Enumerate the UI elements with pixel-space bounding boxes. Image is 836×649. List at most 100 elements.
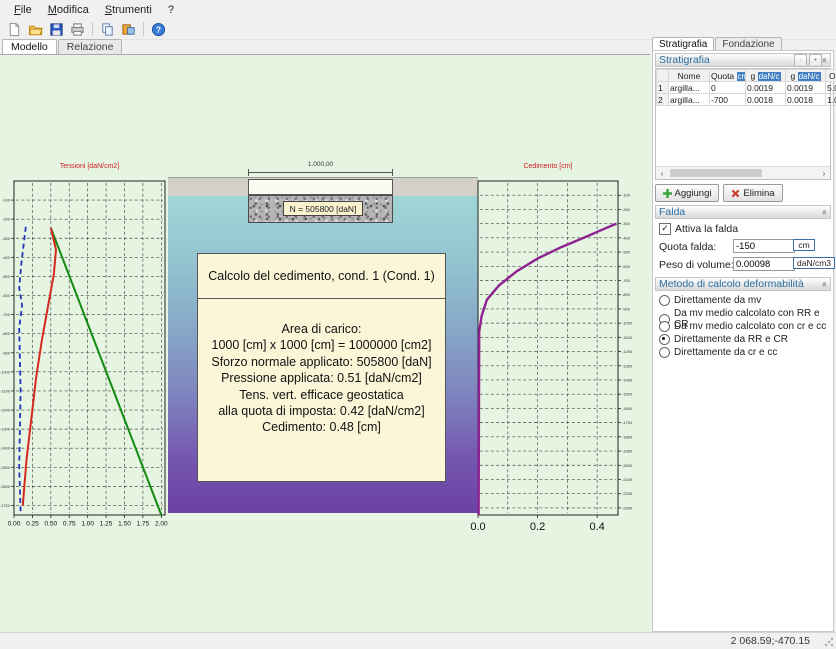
series-pressione-interstiziale [19, 227, 26, 511]
column-header[interactable]: Quota cm [710, 70, 746, 82]
open-file-button[interactable] [25, 19, 46, 39]
column-unit: daN/c [758, 72, 781, 81]
menu-item[interactable]: ? [160, 2, 182, 18]
column-header[interactable]: Nome [669, 70, 710, 82]
scroll-right-icon[interactable]: › [818, 169, 830, 178]
collapse-chevron-icon[interactable]: « [820, 57, 829, 62]
svg-text:-1000: -1000 [0, 369, 11, 374]
save-icon [49, 22, 64, 37]
svg-text:-100: -100 [622, 193, 631, 198]
radio-icon[interactable] [659, 295, 670, 306]
quota-falda-label: Quota falda: [659, 241, 716, 253]
svg-text:-800: -800 [622, 292, 631, 297]
row-number: 2 [657, 94, 669, 106]
svg-text:0.00: 0.00 [8, 521, 21, 528]
attiva-falda-checkbox[interactable]: ✓ [659, 223, 671, 235]
table-cell[interactable]: argilla... [669, 94, 710, 106]
toolbar-separator [92, 22, 93, 36]
svg-text:1.50: 1.50 [118, 521, 131, 528]
metodo-radio-option[interactable]: Direttamente da cr e cc [659, 347, 831, 358]
menu-item[interactable]: Modifica [40, 2, 97, 18]
table-cell[interactable]: 0.0019 [746, 82, 786, 94]
table-row[interactable]: 1argilla...00.00190.00195.00 [657, 82, 836, 94]
radio-label: Direttamente da cr e cc [674, 347, 777, 358]
delete-layer-label: Elimina [743, 188, 774, 199]
svg-text:-1100: -1100 [0, 388, 11, 393]
svg-text:-1700: -1700 [622, 420, 633, 425]
metodo-group-header[interactable]: Metodo di calcolo deformabilità « [655, 277, 831, 291]
svg-text:-1600: -1600 [0, 484, 11, 489]
right-chart-title: Cedimento [cm] [478, 163, 618, 170]
table-cell[interactable]: 0.0018 [786, 94, 826, 106]
peso-volume-label: Peso di volume: [659, 259, 734, 271]
metodo-radio-option[interactable]: Direttamente da RR e CR [659, 334, 831, 345]
menu-item[interactable]: File [6, 2, 40, 18]
table-cell[interactable]: 5.00 [826, 82, 836, 94]
tab-relazione[interactable]: Relazione [58, 39, 123, 54]
table-cell[interactable]: 1.00 [826, 94, 836, 106]
column-header[interactable]: OCR [826, 70, 836, 82]
corner-cell [657, 70, 669, 82]
column-header[interactable]: g daN/c [746, 70, 786, 82]
scrollbar-thumb[interactable] [670, 169, 762, 177]
collapse-chevron-icon[interactable]: « [820, 281, 829, 286]
radio-icon[interactable] [659, 334, 670, 345]
result-info-line: Area di carico: [198, 321, 445, 337]
svg-text:-1500: -1500 [0, 465, 11, 470]
result-info-line: alla quota di imposta: 0.42 [daN/cm2] [198, 403, 445, 419]
delete-layer-button[interactable]: Elimina [723, 184, 783, 202]
table-cell[interactable]: 0.0019 [786, 82, 826, 94]
print-icon [70, 22, 85, 37]
svg-text:-100: -100 [2, 198, 11, 203]
svg-text:-700: -700 [622, 278, 631, 283]
horizontal-scrollbar[interactable]: ‹ › [656, 166, 830, 179]
table-cell[interactable]: -700 [710, 94, 746, 106]
model-drawing-canvas[interactable]: Tensioni [daN/cm2] Cedimento [cm] 1.000,… [0, 54, 650, 632]
falda-group-header[interactable]: Falda « [655, 205, 831, 219]
svg-text:0.50: 0.50 [45, 521, 58, 528]
svg-text:-2300: -2300 [622, 505, 633, 510]
column-header[interactable]: g daN/c [786, 70, 826, 82]
collapse-chevron-icon[interactable]: « [820, 209, 829, 214]
quota-falda-input[interactable] [733, 239, 795, 253]
help-button[interactable]: ? [148, 19, 169, 39]
table-cell[interactable]: 0 [710, 82, 746, 94]
radio-label: Direttamente da mv [674, 295, 761, 306]
svg-text:-1100: -1100 [622, 335, 633, 340]
attiva-falda-row: ✓ Attiva la falda [659, 223, 738, 235]
metodo-radio-option[interactable]: Direttamente da mv [659, 295, 831, 306]
menu-item[interactable]: Strumenti [97, 2, 160, 18]
new-document-button[interactable] [4, 19, 25, 39]
radio-icon[interactable] [659, 321, 670, 332]
radio-icon[interactable] [659, 347, 670, 358]
result-info-line: Sforzo normale applicato: 505800 [daN] [198, 354, 445, 370]
app-window: FileModificaStrumenti? ? Modello Relazio… [0, 0, 836, 649]
toolbar-separator [143, 22, 144, 36]
delete-x-icon [731, 189, 740, 198]
radio-label: Direttamente da RR e CR [674, 334, 788, 345]
tab-fondazione[interactable]: Fondazione [715, 37, 781, 51]
stratigrafia-group-header[interactable]: Stratigrafia · • « [655, 53, 831, 67]
copy-button[interactable] [97, 19, 118, 39]
foundation-dimension-label: 1.000,00 [248, 161, 393, 168]
print-button[interactable] [67, 19, 88, 39]
tab-modello[interactable]: Modello [2, 39, 57, 54]
table-cell[interactable]: 0.0018 [746, 94, 786, 106]
paste-image-button[interactable] [118, 19, 139, 39]
svg-text:-800: -800 [2, 331, 11, 336]
svg-text:1.25: 1.25 [100, 521, 113, 528]
peso-volume-input[interactable] [733, 257, 795, 271]
svg-text:-1400: -1400 [0, 446, 11, 451]
peso-volume-row: Peso di volume: daN/cm3 [659, 259, 831, 271]
resize-grip[interactable] [824, 637, 834, 647]
metodo-radio-option[interactable]: Da mv medio calcolato con cr e cc [659, 321, 831, 332]
tab-stratigrafia[interactable]: Stratigrafia [652, 37, 714, 51]
scroll-left-icon[interactable]: ‹ [656, 169, 668, 178]
add-layer-button[interactable]: Aggiungi [655, 184, 719, 202]
table-row[interactable]: 2argilla...-7000.00180.00181.00 [657, 94, 836, 106]
svg-text:0.2: 0.2 [530, 521, 545, 533]
save-button[interactable] [46, 19, 67, 39]
grid-option-button[interactable]: · [794, 54, 807, 67]
svg-text:-500: -500 [2, 274, 11, 279]
table-cell[interactable]: argilla... [669, 82, 710, 94]
